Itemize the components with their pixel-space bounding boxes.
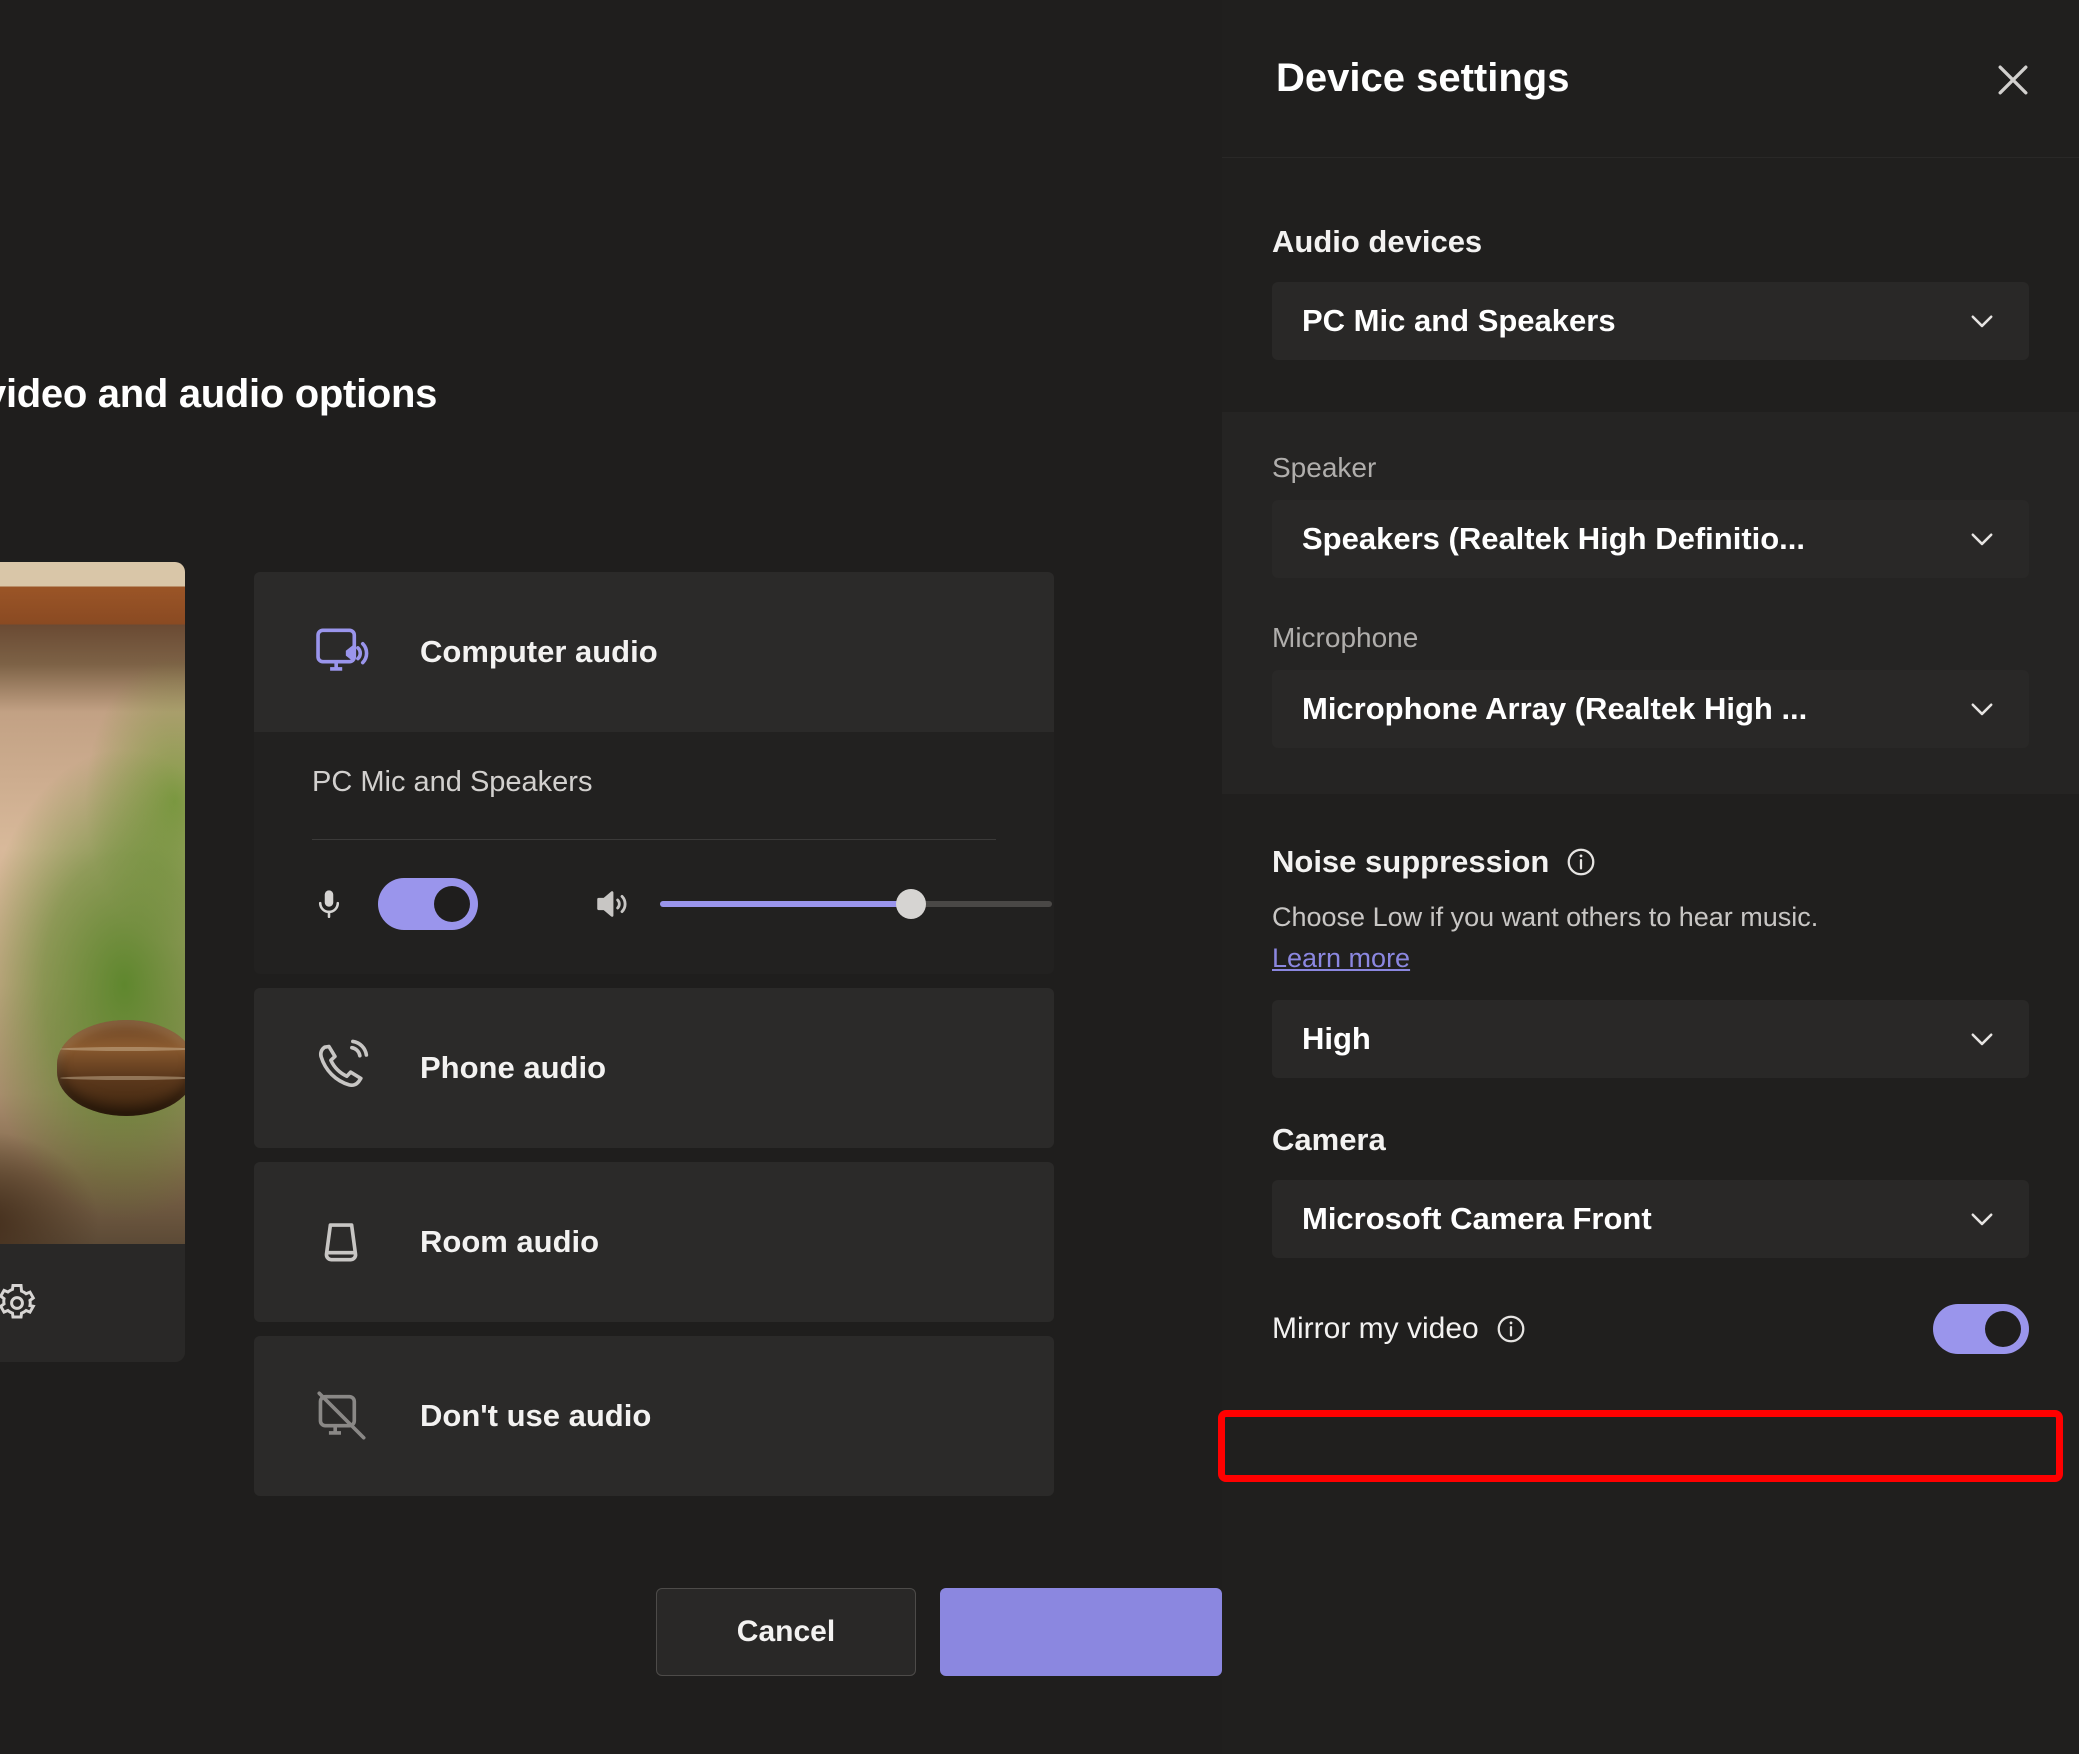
- chevron-down-icon: [1965, 522, 1999, 556]
- info-icon[interactable]: [1495, 1313, 1527, 1345]
- chevron-down-icon: [1965, 304, 1999, 338]
- phone-icon: [312, 1039, 370, 1097]
- video-preview-image: [0, 562, 185, 1244]
- join-now-button[interactable]: [940, 1588, 1222, 1676]
- chevron-down-icon: [1965, 1022, 1999, 1056]
- microphone-toggle[interactable]: [378, 878, 478, 930]
- audio-option-dont-use-audio[interactable]: Don't use audio: [254, 1336, 1054, 1496]
- mirror-my-video-row[interactable]: Mirror my video: [1272, 1292, 2029, 1366]
- screen: video and audio options Computer audio P…: [0, 0, 2079, 1754]
- cancel-button[interactable]: Cancel: [656, 1588, 916, 1676]
- noise-suppression-select[interactable]: High: [1272, 1000, 2029, 1078]
- speaker-value: Speakers (Realtek High Definitio...: [1302, 521, 1806, 556]
- noise-camera-section: Noise suppression Choose Low if you want…: [1222, 794, 2079, 1376]
- audio-devices-label: Audio devices: [1272, 224, 1483, 259]
- speaker-microphone-section: Speaker Speakers (Realtek High Definitio…: [1222, 412, 2079, 794]
- mirror-my-video-label-group: Mirror my video: [1272, 1312, 1527, 1346]
- info-icon[interactable]: [1565, 846, 1597, 878]
- mirror-my-video-label: Mirror my video: [1272, 1312, 1479, 1345]
- audio-options-card: Computer audio PC Mic and Speakers Phone…: [254, 572, 1054, 1510]
- microphone-value: Microphone Array (Realtek High ...: [1302, 691, 1808, 726]
- camera-value: Microsoft Camera Front: [1302, 1201, 1652, 1236]
- noise-suppression-value: High: [1302, 1021, 1371, 1056]
- chevron-down-icon: [1965, 692, 1999, 726]
- page-title: video and audio options: [0, 372, 438, 416]
- speaker-icon: [590, 884, 634, 924]
- noise-suppression-label: Noise suppression: [1272, 844, 1550, 879]
- volume-slider-thumb[interactable]: [895, 889, 926, 919]
- learn-more-link[interactable]: Learn more: [1272, 943, 1410, 974]
- computer-audio-settings: PC Mic and Speakers: [254, 732, 1054, 974]
- room-speaker-icon: [312, 1213, 370, 1271]
- audio-devices-select[interactable]: PC Mic and Speakers: [1272, 282, 2029, 360]
- audio-option-room-audio[interactable]: Room audio: [254, 1162, 1054, 1322]
- toggle-knob: [434, 886, 470, 922]
- device-settings-panel: Device settings Audio devices PC Mic and…: [1222, 0, 2079, 1754]
- speaker-label: Speaker: [1272, 452, 1377, 483]
- panel-header: Device settings: [1222, 0, 2079, 158]
- microphone-select[interactable]: Microphone Array (Realtek High ...: [1272, 670, 2029, 748]
- toggle-knob: [1985, 1311, 2021, 1347]
- noise-suppression-description: Choose Low if you want others to hear mu…: [1272, 902, 1819, 932]
- noise-suppression-heading: Noise suppression: [1272, 844, 2029, 880]
- camera-select[interactable]: Microsoft Camera Front: [1272, 1180, 2029, 1258]
- audio-devices-value: PC Mic and Speakers: [1302, 303, 1616, 338]
- computer-speaker-icon: [312, 623, 370, 681]
- panel-title: Device settings: [1276, 56, 1570, 100]
- volume-slider-fill: [660, 901, 911, 907]
- camera-label: Camera: [1272, 1122, 1386, 1157]
- no-audio-icon: [312, 1387, 370, 1445]
- chevron-down-icon: [1965, 1202, 1999, 1236]
- speaker-select[interactable]: Speakers (Realtek High Definitio...: [1272, 500, 2029, 578]
- close-icon[interactable]: [1991, 58, 2035, 102]
- audio-controls: [254, 840, 1054, 930]
- microphone-icon: [312, 882, 346, 926]
- audio-option-phone-audio[interactable]: Phone audio: [254, 988, 1054, 1148]
- gear-icon[interactable]: [0, 1282, 38, 1324]
- audio-option-computer-audio[interactable]: Computer audio: [254, 572, 1054, 732]
- join-meeting-dialog: video and audio options Computer audio P…: [0, 0, 1222, 1754]
- mirror-my-video-toggle[interactable]: [1933, 1304, 2029, 1354]
- audio-devices-section: Audio devices PC Mic and Speakers: [1222, 158, 2079, 412]
- audio-option-label: Phone audio: [420, 1050, 606, 1085]
- video-preview-toolbar: [0, 1244, 185, 1362]
- barrel-decoration: [56, 1020, 185, 1116]
- volume-slider[interactable]: [660, 889, 1052, 919]
- dialog-footer: Cancel: [254, 1588, 1222, 1678]
- microphone-label: Microphone: [1272, 622, 1419, 653]
- audio-option-label: Room audio: [420, 1224, 600, 1259]
- audio-option-label: Don't use audio: [420, 1398, 652, 1433]
- video-preview: [0, 562, 185, 1362]
- selected-device-name: PC Mic and Speakers: [312, 766, 593, 798]
- audio-option-label: Computer audio: [420, 634, 658, 669]
